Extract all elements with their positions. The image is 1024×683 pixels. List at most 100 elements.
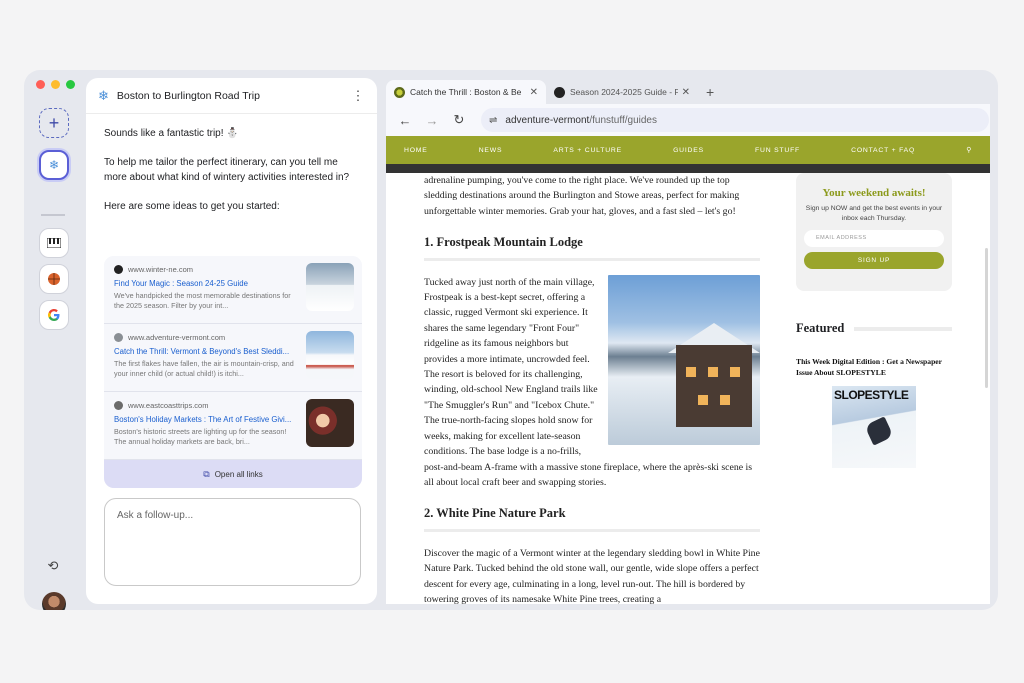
- search-icon[interactable]: ⚲: [966, 146, 972, 154]
- link-card[interactable]: www.winter-ne.com Find Your Magic : Seas…: [104, 256, 362, 324]
- rail-item-basketball[interactable]: [39, 264, 69, 294]
- site-settings-icon[interactable]: ⇌: [489, 115, 497, 126]
- tab-strip: Catch the Thrill : Boston & Be ✕ Season …: [386, 78, 998, 104]
- section-divider: [424, 257, 760, 261]
- close-window-button[interactable]: [36, 80, 45, 89]
- chat-message: Here are some ideas to get you started:: [104, 201, 280, 212]
- chat-panel: ❄ Boston to Burlington Road Trip ⋮ Sound…: [86, 78, 377, 604]
- nav-underbar: [386, 164, 990, 173]
- section-heading: 1. Frostpeak Mountain Lodge: [424, 235, 583, 250]
- new-tab-button[interactable]: +: [706, 84, 714, 100]
- followup-input[interactable]: Ask a follow-up...: [104, 498, 361, 586]
- link-source: www.adventure-vermont.com: [128, 332, 226, 342]
- site-favicon-icon: [114, 400, 123, 410]
- site-favicon-icon: [114, 264, 123, 274]
- new-chat-button[interactable]: +: [39, 108, 69, 138]
- newsletter-signup: Your weekend awaits! Sign up NOW and get…: [796, 173, 952, 291]
- section-divider: [424, 528, 760, 532]
- lodge-photo: [608, 274, 760, 445]
- web-page: HOME NEWS ARTS + CULTURE GUIDES FUN STUF…: [386, 136, 990, 604]
- nav-item-arts[interactable]: ARTS + CULTURE: [553, 147, 622, 154]
- chat-title: Boston to Burlington Road Trip: [116, 89, 260, 102]
- nav-item-home[interactable]: HOME: [404, 147, 428, 154]
- chat-header: ❄ Boston to Burlington Road Trip ⋮: [86, 78, 377, 114]
- link-source: www.eastcoasttrips.com: [128, 400, 209, 410]
- chat-messages: Sounds like a fantastic trip! ⛄ To help …: [86, 114, 377, 214]
- nav-item-guides[interactable]: GUIDES: [673, 147, 704, 154]
- link-thumbnail: [306, 263, 354, 311]
- tab-favicon-icon: [554, 86, 565, 98]
- link-thumbnail: [306, 399, 354, 447]
- sign-up-button[interactable]: SIGN UP: [804, 252, 944, 269]
- browser: Catch the Thrill : Boston & Be ✕ Season …: [386, 70, 998, 604]
- link-description: We've handpicked the most memorable dest…: [114, 291, 291, 310]
- close-tab-icon[interactable]: ✕: [530, 87, 538, 98]
- piano-icon: [47, 238, 61, 248]
- page-scrollbar[interactable]: [985, 248, 988, 388]
- tab-favicon-icon: [394, 86, 405, 98]
- maximize-window-button[interactable]: [66, 80, 75, 89]
- tab-title: Catch the Thrill : Boston & Be: [410, 87, 522, 97]
- link-card[interactable]: www.adventure-vermont.com Catch the Thri…: [104, 324, 362, 392]
- plus-icon: +: [48, 112, 60, 133]
- featured-header: Featured: [796, 321, 952, 336]
- minimize-window-button[interactable]: [51, 80, 60, 89]
- nav-item-fun-stuff[interactable]: FUN STUFF: [755, 147, 800, 154]
- article-intro: adrenaline pumping, you've come to the r…: [424, 175, 740, 217]
- link-title[interactable]: Catch the Thrill: Vermont & Beyond's Bes…: [114, 347, 300, 356]
- rail-item-google[interactable]: [39, 300, 69, 330]
- open-all-label: Open all links: [214, 469, 263, 479]
- link-thumbnail: [306, 331, 354, 379]
- app-window: + ❄ ⟲ ❄ Boston to Burlington Road Trip ⋮…: [24, 70, 998, 610]
- open-all-links-button[interactable]: ⧉ Open all links: [104, 460, 362, 488]
- link-description: The first flakes have fallen, the air is…: [114, 359, 294, 378]
- history-icon[interactable]: ⟲: [45, 558, 61, 574]
- tab-title: Season 2024-2025 Guide - F: [570, 87, 678, 97]
- browser-toolbar: ← → ↻ ⇌ adventure-vermont/funstuff/guide…: [386, 104, 990, 136]
- signup-text: Sign up NOW and get the best events in y…: [805, 205, 943, 222]
- google-g-icon: [48, 309, 60, 321]
- site-favicon-icon: [114, 332, 123, 342]
- featured-title: Featured: [796, 321, 845, 335]
- chat-message: Sounds like a fantastic trip! ⛄: [104, 128, 239, 139]
- rail-item-piano[interactable]: [39, 228, 69, 258]
- magazine-cover[interactable]: SLOPESTYLE: [832, 386, 916, 468]
- magazine-title: SLOPESTYLE: [834, 388, 909, 402]
- link-source: www.winter-ne.com: [128, 264, 194, 274]
- nav-item-news[interactable]: NEWS: [479, 147, 503, 154]
- link-title[interactable]: Boston's Holiday Markets : The Art of Fe…: [114, 415, 300, 424]
- window-controls: [36, 80, 75, 89]
- featured-divider: [854, 326, 952, 331]
- section-heading: 2. White Pine Nature Park: [424, 506, 566, 521]
- open-external-icon: ⧉: [203, 468, 210, 479]
- url-path: /funstuff/guides: [589, 114, 657, 126]
- link-card[interactable]: www.eastcoasttrips.com Boston's Holiday …: [104, 392, 362, 460]
- address-bar[interactable]: ⇌ adventure-vermont/funstuff/guides: [481, 108, 989, 132]
- avatar[interactable]: [42, 592, 66, 610]
- link-title[interactable]: Find Your Magic : Season 24-25 Guide: [114, 279, 300, 288]
- snowflake-icon: ❄: [98, 87, 109, 103]
- rail-divider: [41, 214, 65, 216]
- back-arrow-icon[interactable]: ←: [394, 113, 416, 128]
- article: adrenaline pumping, you've come to the r…: [424, 173, 760, 604]
- site-navigation: HOME NEWS ARTS + CULTURE GUIDES FUN STUF…: [386, 136, 990, 164]
- followup-placeholder: Ask a follow-up...: [117, 510, 194, 521]
- reload-icon[interactable]: ↻: [448, 112, 470, 128]
- basketball-icon: [48, 273, 60, 285]
- more-options-icon[interactable]: ⋮: [351, 88, 365, 104]
- snowflake-icon: ❄: [48, 158, 60, 172]
- skier-image: [864, 416, 894, 446]
- left-rail: + ❄ ⟲: [24, 98, 82, 610]
- tab-active[interactable]: Catch the Thrill : Boston & Be ✕: [386, 80, 546, 104]
- nav-item-contact[interactable]: CONTACT + FAQ: [851, 147, 915, 154]
- page-sidebar: Your weekend awaits! Sign up NOW and get…: [796, 173, 952, 468]
- featured-text[interactable]: This Week Digital Edition : Get a Newspa…: [796, 356, 952, 378]
- email-field[interactable]: EMAIL ADDRESS: [804, 230, 944, 247]
- chat-message: To help me tailor the perfect itinerary,…: [104, 157, 350, 183]
- close-tab-icon[interactable]: ✕: [682, 87, 690, 98]
- signup-title: Your weekend awaits!: [822, 187, 926, 199]
- forward-arrow-icon[interactable]: →: [421, 113, 443, 128]
- section-body: Discover the magic of a Vermont winter a…: [424, 547, 760, 604]
- tab-inactive[interactable]: Season 2024-2025 Guide - F ✕: [546, 80, 698, 104]
- active-chat-button[interactable]: ❄: [39, 150, 69, 180]
